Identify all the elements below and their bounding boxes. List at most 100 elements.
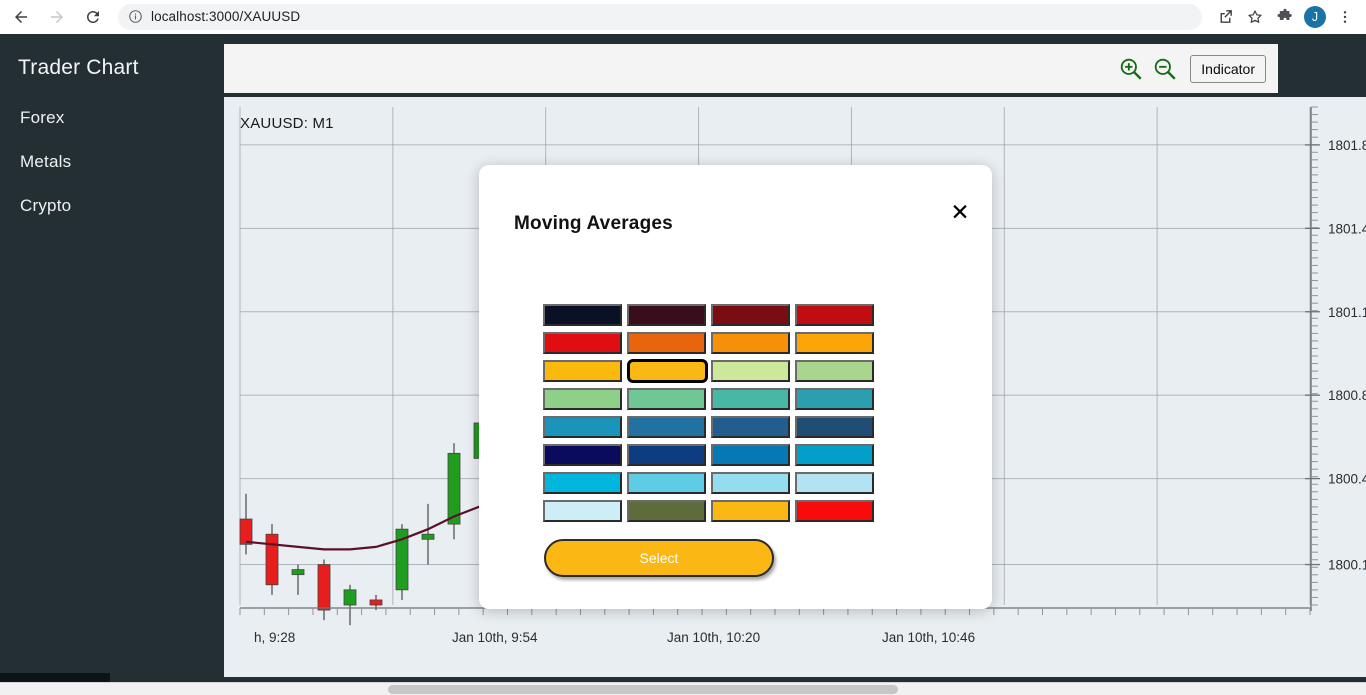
- color-swatch[interactable]: [795, 444, 874, 466]
- three-dot-menu-icon: [1343, 10, 1347, 23]
- share-button[interactable]: [1210, 2, 1240, 32]
- select-button[interactable]: Select: [544, 539, 774, 577]
- zoom-out-button[interactable]: [1148, 52, 1182, 86]
- color-swatch[interactable]: [543, 416, 622, 438]
- time-axis-label: h, 9:28: [254, 630, 295, 645]
- back-button[interactable]: [6, 2, 36, 32]
- swatch-cell: [795, 472, 879, 494]
- swatch-cell: [543, 500, 627, 522]
- swatch-cell: [711, 500, 795, 522]
- color-swatch[interactable]: [627, 444, 706, 466]
- bookmark-button[interactable]: [1240, 2, 1270, 32]
- browser-toolbar: localhost:3000/XAUUSD J: [0, 0, 1366, 34]
- forward-arrow-icon: [51, 10, 63, 23]
- sidebar-item-forex[interactable]: Forex: [0, 96, 222, 140]
- swatch-cell: [543, 388, 627, 410]
- sidebar-nav: Forex Metals Crypto: [0, 96, 222, 228]
- candle-body: [239, 518, 253, 545]
- browser-actions: J: [1210, 2, 1366, 32]
- color-swatch[interactable]: [795, 332, 874, 354]
- color-swatch[interactable]: [543, 444, 622, 466]
- horizontal-scrollbar[interactable]: [0, 682, 1366, 695]
- app-brand-title: Trader Chart: [18, 56, 139, 79]
- swatch-cell: [627, 472, 711, 494]
- zoom-out-icon: [1155, 58, 1176, 80]
- swatch-cell: [627, 500, 711, 522]
- color-swatch[interactable]: [795, 416, 874, 438]
- share-icon: [1220, 10, 1232, 23]
- price-axis-label: 1800.48: [1328, 472, 1366, 487]
- color-swatch[interactable]: [543, 500, 622, 522]
- swatch-cell: [711, 472, 795, 494]
- color-swatch[interactable]: [627, 472, 706, 494]
- swatch-cell: [711, 416, 795, 438]
- price-axis-label: 1801.8: [1328, 138, 1366, 153]
- candle-body: [447, 452, 461, 525]
- color-swatch[interactable]: [627, 304, 706, 326]
- color-swatch[interactable]: [711, 388, 790, 410]
- profile-button[interactable]: J: [1300, 2, 1330, 32]
- star-icon: [1248, 9, 1262, 23]
- avatar: J: [1304, 5, 1326, 28]
- zoom-in-icon: [1121, 58, 1142, 80]
- color-swatch[interactable]: [711, 416, 790, 438]
- close-icon[interactable]: ✕: [946, 198, 974, 226]
- color-swatch[interactable]: [795, 360, 874, 382]
- color-swatch[interactable]: [795, 388, 874, 410]
- swatch-cell: [795, 360, 879, 382]
- color-swatch[interactable]: [711, 444, 790, 466]
- color-swatch[interactable]: [627, 416, 706, 438]
- candle-body: [369, 599, 383, 606]
- sidebar-item-metals[interactable]: Metals: [0, 140, 222, 184]
- color-swatch[interactable]: [627, 388, 706, 410]
- candle-body: [265, 533, 279, 586]
- color-swatch[interactable]: [711, 332, 790, 354]
- candle-body: [421, 533, 435, 540]
- puzzle-icon: [1277, 8, 1292, 20]
- site-info-icon[interactable]: [128, 9, 143, 24]
- price-axis-label: 1800.81: [1328, 388, 1366, 403]
- color-swatch[interactable]: [627, 359, 708, 383]
- reload-button[interactable]: [78, 2, 108, 32]
- forward-button[interactable]: [42, 2, 72, 32]
- color-swatch[interactable]: [711, 304, 790, 326]
- zoom-in-button[interactable]: [1114, 52, 1148, 86]
- scrollbar-thumb[interactable]: [388, 685, 898, 694]
- url-text: localhost:3000/XAUUSD: [151, 9, 301, 24]
- swatch-cell: [711, 444, 795, 466]
- candle-body: [317, 564, 331, 611]
- color-swatch[interactable]: [543, 388, 622, 410]
- swatch-cell: [627, 416, 711, 438]
- swatch-cell: [711, 388, 795, 410]
- back-arrow-icon: [15, 10, 27, 23]
- color-swatch[interactable]: [795, 500, 874, 522]
- color-swatch[interactable]: [627, 332, 706, 354]
- color-swatch[interactable]: [711, 360, 790, 382]
- chart-toolbar: Indicator: [224, 44, 1278, 93]
- sidebar-item-crypto[interactable]: Crypto: [0, 184, 222, 228]
- color-swatch[interactable]: [711, 472, 790, 494]
- color-swatch[interactable]: [795, 472, 874, 494]
- price-axis-label: 1800.14: [1328, 558, 1366, 573]
- candle-body: [343, 589, 357, 606]
- sidebar-footer-strip: [0, 673, 110, 682]
- swatch-cell: [795, 500, 879, 522]
- color-swatch[interactable]: [543, 472, 622, 494]
- color-swatch[interactable]: [543, 332, 622, 354]
- price-axis-label: 1801.14: [1328, 305, 1366, 320]
- color-swatch[interactable]: [543, 304, 622, 326]
- swatch-cell: [627, 444, 711, 466]
- swatch-cell: [543, 472, 627, 494]
- color-swatch[interactable]: [711, 500, 790, 522]
- swatch-cell: [543, 360, 627, 382]
- chrome-menu-button[interactable]: [1330, 2, 1360, 32]
- swatch-cell: [543, 444, 627, 466]
- indicator-button[interactable]: Indicator: [1190, 54, 1266, 83]
- address-bar[interactable]: localhost:3000/XAUUSD: [118, 3, 1202, 30]
- extensions-button[interactable]: [1270, 2, 1300, 32]
- color-swatch[interactable]: [627, 500, 706, 522]
- swatch-cell: [795, 444, 879, 466]
- color-swatch[interactable]: [543, 360, 622, 382]
- swatch-cell: [627, 388, 711, 410]
- color-swatch[interactable]: [795, 304, 874, 326]
